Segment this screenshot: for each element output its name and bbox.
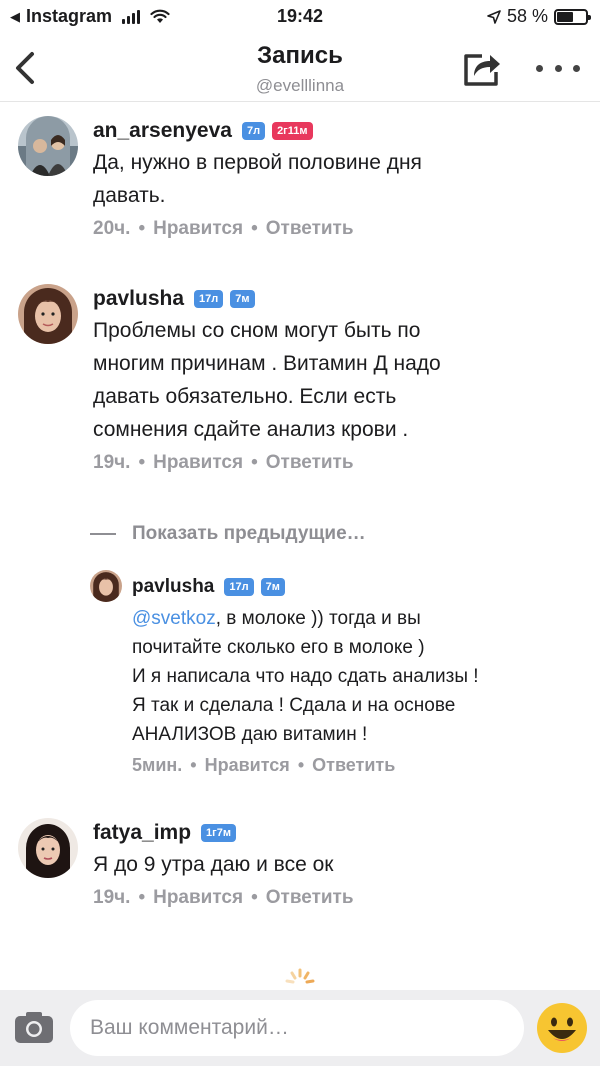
loading-spinner-icon [285,968,315,984]
avatar[interactable] [90,570,122,602]
comment-meta: 19ч. • Нравится • Ответить [93,452,583,474]
user-mention[interactable]: @svetkoz [132,608,216,629]
comment-time: 20ч. [93,218,131,239]
age-badge: 1г7м [201,824,237,842]
comment-text-line: Я так и сделала ! Сдала и на основе [132,695,456,716]
age-badge: 17л [194,290,224,308]
separator-dot: • [190,755,197,775]
comment-composer [0,990,600,1066]
comment-text: @svetkoz, в молоке )) тогда и вы почитай… [132,604,582,749]
comment-body: an_arsenyeva 7л 2г11м Да, нужно в первой… [93,116,583,240]
comment-username[interactable]: fatya_imp [93,821,191,845]
reply-button[interactable]: Ответить [266,887,354,909]
like-button[interactable]: Нравится [153,887,243,909]
page-title: Запись [257,42,343,69]
separator-dot: • [138,218,146,239]
comment-header: fatya_imp 1г7м [93,818,583,848]
comment-text: Да, нужно в первой половине дня давать. [93,146,583,212]
age-badge: 7л [241,122,266,140]
comment-text-line: почитайте сколько его в молоке ) [132,637,425,658]
comment-text-line: АНАЛИЗОВ даю витамин ! [132,724,368,745]
comment-meta: 19ч. • Нравится • Ответить [93,887,583,909]
battery-percent: 58 % [506,6,548,26]
age-badge: 2г11м [272,122,313,140]
age-badge: 7м [230,290,255,308]
show-previous-replies[interactable]: Показать предыдущие… [90,523,366,545]
comment-header: pavlusha 17л 7м [93,284,583,314]
comment-time: 19ч. [93,887,131,908]
like-button[interactable]: Нравится [153,452,243,474]
comment-body: pavlusha 17л 7м @svetkoz, в молоке )) то… [132,570,582,776]
separator-dot: • [251,452,258,473]
separator-dot: • [138,887,146,908]
comment-meta: 5мин. • Нравится • Ответить [132,755,582,776]
comment-username[interactable]: pavlusha [93,287,184,311]
location-arrow-icon [487,9,501,24]
like-button[interactable]: Нравится [153,218,243,240]
comment-text-line: давать обязательно. Если есть [93,385,397,408]
comment-time: 19ч. [93,452,131,473]
comment-text-line: Да, нужно в первой половине дня [93,151,422,174]
reply-button[interactable]: Ответить [266,218,354,240]
comment-text-fragment: , в молоке )) тогда и вы [215,608,421,629]
separator-dot: • [138,452,146,473]
show-previous-label: Показать предыдущие… [132,523,366,544]
divider-line [90,533,116,535]
comment-header: pavlusha 17л 7м [132,570,582,604]
comment-text-line: многим причинам . Витамин Д надо [93,352,441,375]
comment-text-line: сомнения сдайте анализ крови . [93,418,409,441]
more-options-icon[interactable] [536,54,580,82]
comment-text-line: давать. [93,184,166,207]
comment-input[interactable] [70,1000,524,1056]
status-bar: ◀ Instagram 19:42 58 % [0,0,600,34]
comment-text-line: Проблемы со сном могут быть по [93,319,421,342]
age-badge: 7м [260,578,285,596]
comment-meta: 20ч. • Нравится • Ответить [93,218,583,240]
camera-icon[interactable] [14,1010,54,1044]
battery-fill [557,11,574,22]
comment-text: Я до 9 утра даю и все ок [93,848,583,881]
comment-text: Проблемы со сном могут быть по многим пр… [93,314,583,446]
comment-text-line: @svetkoz, в молоке )) тогда и вы [132,604,582,633]
reply-button[interactable]: Ответить [312,755,395,776]
comment-header: an_arsenyeva 7л 2г11м [93,116,583,146]
share-icon[interactable] [460,48,502,88]
separator-dot: • [251,887,258,908]
avatar[interactable] [18,116,78,176]
comment-time: 5мин. [132,755,183,775]
battery-icon [554,8,591,25]
separator-dot: • [251,218,258,239]
comment-body: fatya_imp 1г7м Я до 9 утра даю и все ок … [93,818,583,909]
comment-username[interactable]: pavlusha [132,576,214,598]
comment-text-line: И я написала что надо сдать анализы ! [132,666,479,687]
comment-body: pavlusha 17л 7м Проблемы со сном могут б… [93,284,583,474]
nav-header: Запись @evelllinna [0,34,600,102]
page-subtitle[interactable]: @evelllinna [0,76,600,96]
avatar[interactable] [18,284,78,344]
emoji-icon[interactable] [536,1002,588,1054]
reply-button[interactable]: Ответить [266,452,354,474]
like-button[interactable]: Нравится [205,755,290,776]
age-badge: 17л [224,578,254,596]
separator-dot: • [297,755,305,775]
comment-username[interactable]: an_arsenyeva [93,119,232,143]
avatar[interactable] [18,818,78,878]
comment-text-line: Я до 9 утра даю и все ок [93,853,334,876]
